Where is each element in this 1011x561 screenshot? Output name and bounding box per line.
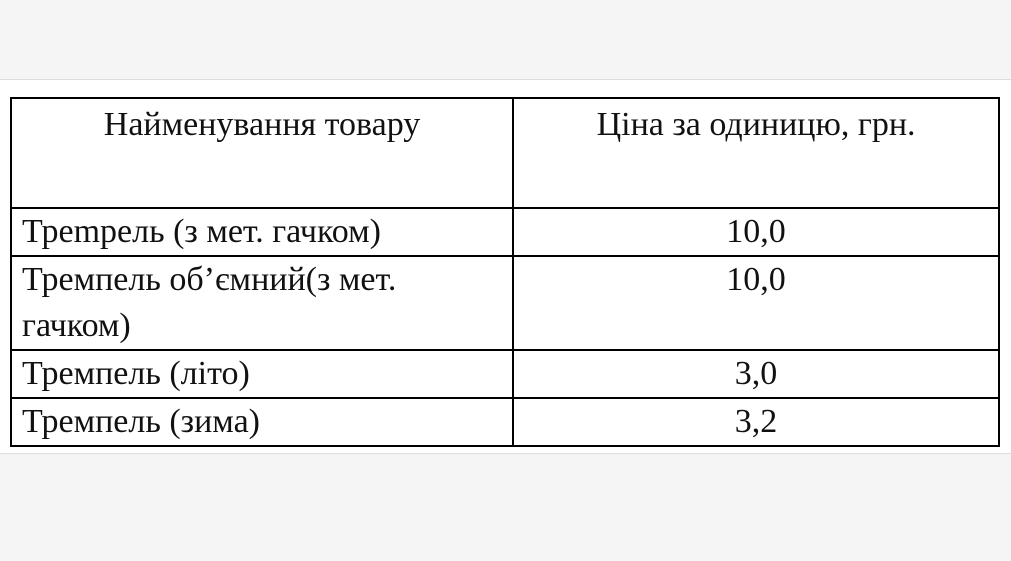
- product-name-cell: Тремпель (літо): [9, 349, 515, 399]
- product-name-cell: Трempель (з мет. гачком): [9, 207, 515, 257]
- header-cell-price: Ціна за одиницю, грн.: [512, 97, 1000, 209]
- price-cell: 3,0: [512, 349, 1000, 399]
- table-row: Тремпель (зима) 3,2: [9, 397, 1000, 447]
- price-cell: 10,0: [512, 207, 1000, 257]
- table-row: Тремпель об’ємний(з мет. гачком) 10,0: [9, 255, 1000, 351]
- price-cell: 3,2: [512, 397, 1000, 447]
- price-cell: 10,0: [512, 255, 1000, 351]
- table-header-row: Найменування товару Ціна за одиницю, грн…: [9, 97, 1000, 209]
- price-table: Найменування товару Ціна за одиницю, грн…: [9, 97, 1000, 447]
- product-name-cell: Тремпель (зима): [9, 397, 515, 447]
- product-name-cell: Тремпель об’ємний(з мет. гачком): [9, 255, 515, 351]
- table-row: Тремпель (літо) 3,0: [9, 349, 1000, 399]
- page: Найменування товару Ціна за одиницю, грн…: [0, 0, 1011, 561]
- header-cell-name: Найменування товару: [9, 97, 515, 209]
- table-row: Трempель (з мет. гачком) 10,0: [9, 207, 1000, 257]
